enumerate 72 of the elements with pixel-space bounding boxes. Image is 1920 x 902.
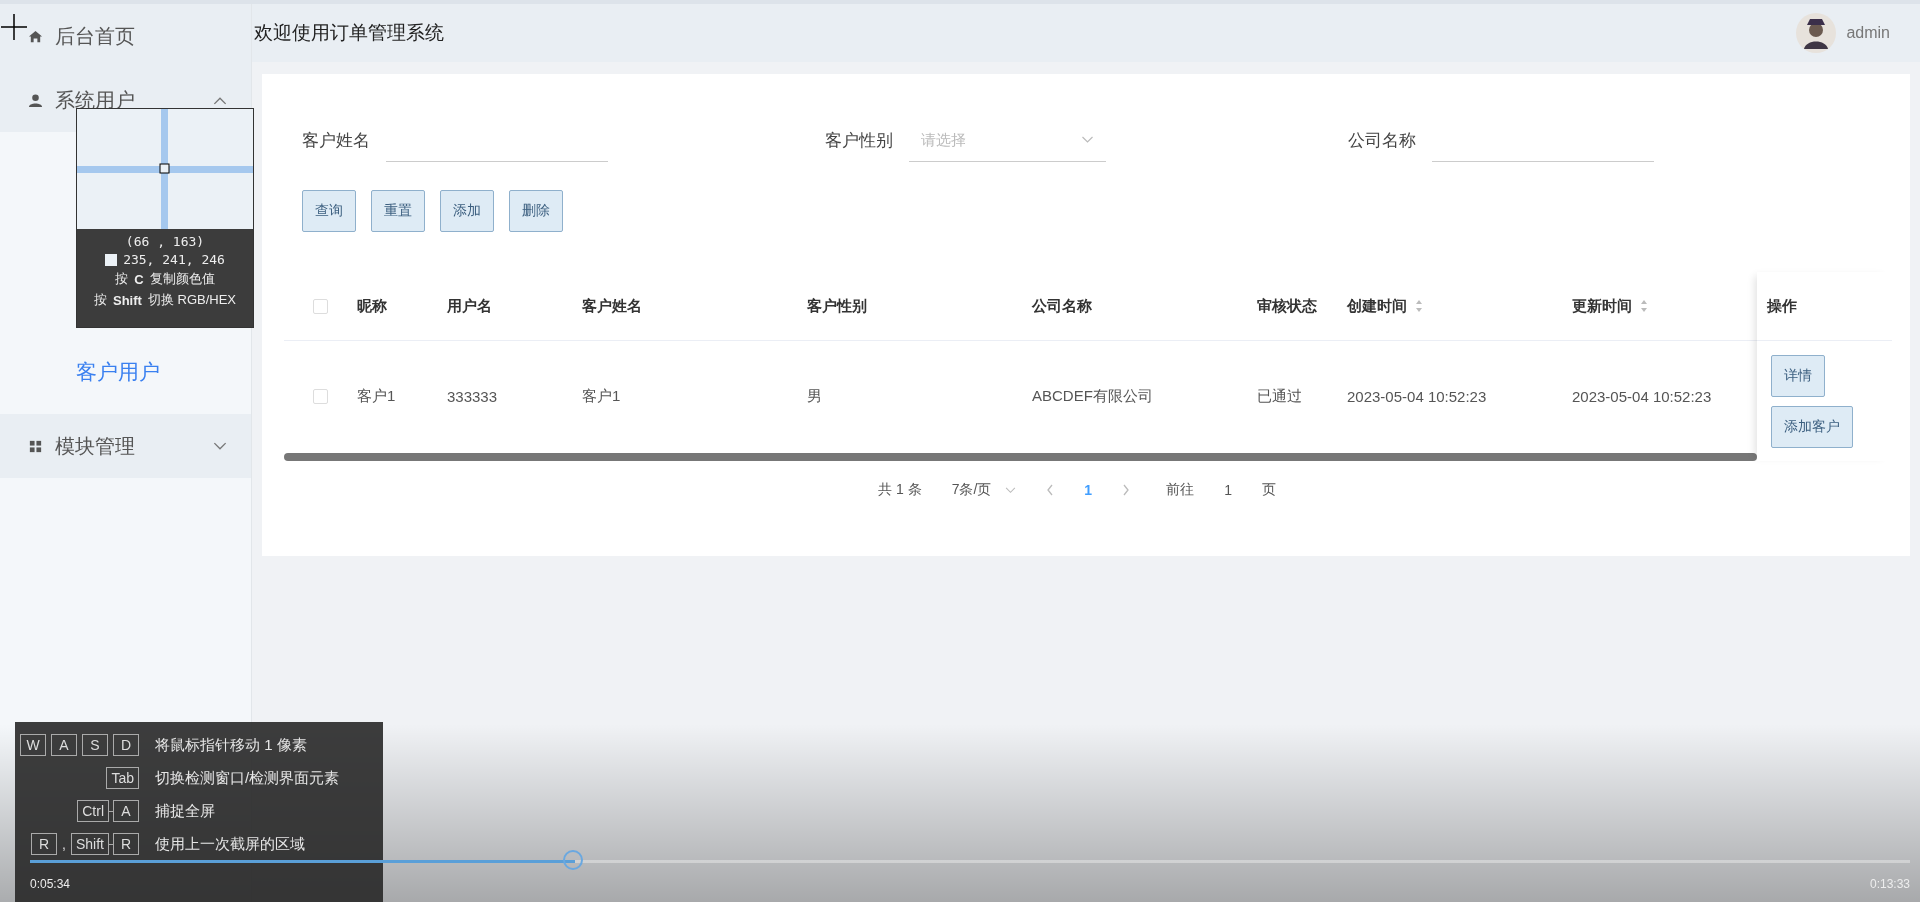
column-header: 客户性别 xyxy=(807,296,867,316)
keyboard-key: Tab xyxy=(106,767,139,789)
next-icon[interactable] xyxy=(1122,484,1131,496)
action-button[interactable]: 添加 xyxy=(440,190,494,232)
column-header: 公司名称 xyxy=(1032,296,1092,316)
column-header: 操作 xyxy=(1767,296,1797,316)
previous-icon[interactable] xyxy=(1046,484,1055,496)
table-cell: 已通过 xyxy=(1257,386,1302,406)
shortcut-description: 切换检测窗口/检测界面元素 xyxy=(155,768,340,788)
pixel-coordinates: (66 , 163) xyxy=(125,234,205,249)
field-label: 客户性别 xyxy=(825,129,893,152)
column-header: 客户姓名 xyxy=(582,296,642,316)
column-header: 更新时间 xyxy=(1572,296,1632,316)
chevron-icon xyxy=(1081,136,1094,144)
page-size-select[interactable]: 7条/页 xyxy=(951,481,1017,499)
table-cell: ABCDEF有限公司 xyxy=(1032,386,1153,406)
keyboard-key: Ctrl xyxy=(77,800,109,822)
table-cell: 333333 xyxy=(447,387,498,405)
page-title: 欢迎使用订单管理系统 xyxy=(254,21,444,45)
column-header: 创建时间 xyxy=(1347,296,1407,316)
table-cell: 客户1 xyxy=(582,386,621,406)
hint-text: 按 Shift 切换 RGB/HEX xyxy=(94,291,236,309)
column-header: 昵称 xyxy=(357,296,387,316)
table-cell: 男 xyxy=(807,386,822,406)
avatar-icon[interactable] xyxy=(1796,13,1837,53)
shortcut-description: 将鼠标指针移动 1 像素 xyxy=(155,735,307,755)
sort-icon[interactable] xyxy=(1415,299,1423,313)
row-action-button[interactable]: 详情 xyxy=(1771,354,1825,397)
goto-suffix: 页 xyxy=(1261,481,1276,499)
table-cell: 2023-05-04 10:52:23 xyxy=(1572,387,1712,405)
chevron-icon xyxy=(213,95,227,105)
scrollbar[interactable] xyxy=(284,453,1757,461)
chevron-icon xyxy=(213,441,227,451)
elapsed-time: 0:05:34 xyxy=(30,877,71,891)
chevron-icon xyxy=(1005,486,1017,494)
shortcut-description: 捕捉全屏 xyxy=(155,801,215,821)
table-cell: 2023-05-04 10:52:23 xyxy=(1347,387,1487,405)
user-icon xyxy=(28,92,43,108)
table-cell: 客户1 xyxy=(357,386,396,406)
row-action-button[interactable]: 添加客户 xyxy=(1771,405,1853,448)
keyboard-key: D xyxy=(113,734,139,756)
progress-handle[interactable] xyxy=(563,850,584,870)
total-count: 共 1 条 xyxy=(878,481,922,499)
field-label: 公司名称 xyxy=(1348,129,1416,152)
grid-icon xyxy=(28,438,43,454)
checkbox[interactable] xyxy=(313,388,328,404)
action-button[interactable]: 重置 xyxy=(371,190,425,232)
goto-label: 前往 xyxy=(1166,481,1195,499)
keyboard-key: W xyxy=(20,734,46,756)
keyboard-key: S xyxy=(82,734,108,756)
hint-text: 按 C 复制颜色值 xyxy=(115,270,215,288)
home-icon xyxy=(28,28,43,44)
keyboard-key: A xyxy=(51,734,77,756)
checkbox[interactable] xyxy=(313,298,328,314)
shortcut-description: 使用上一次截屏的区域 xyxy=(155,834,305,854)
menu-item[interactable]: 模块管理 xyxy=(0,414,251,478)
menu-item[interactable]: 后台首页 xyxy=(0,4,251,68)
action-button[interactable]: 查询 xyxy=(302,190,356,232)
page-input[interactable]: 1 xyxy=(1224,482,1232,498)
key-separator: , xyxy=(62,836,66,852)
action-button[interactable]: 删除 xyxy=(509,190,563,232)
total-time: 0:13:33 xyxy=(1869,877,1910,891)
sort-icon[interactable] xyxy=(1640,299,1648,313)
keyboard-key: A xyxy=(113,800,139,822)
field-label: 客户姓名 xyxy=(302,129,370,152)
column-header: 用户名 xyxy=(447,296,492,316)
color-swatch xyxy=(105,253,118,266)
submenu-item[interactable]: 客户用户 xyxy=(0,352,251,392)
color-value: 235, 241, 246 xyxy=(123,252,225,267)
user-name[interactable]: admin xyxy=(1846,24,1890,42)
crosshair-cursor-icon xyxy=(0,13,28,41)
column-header: 审核状态 xyxy=(1257,296,1317,316)
